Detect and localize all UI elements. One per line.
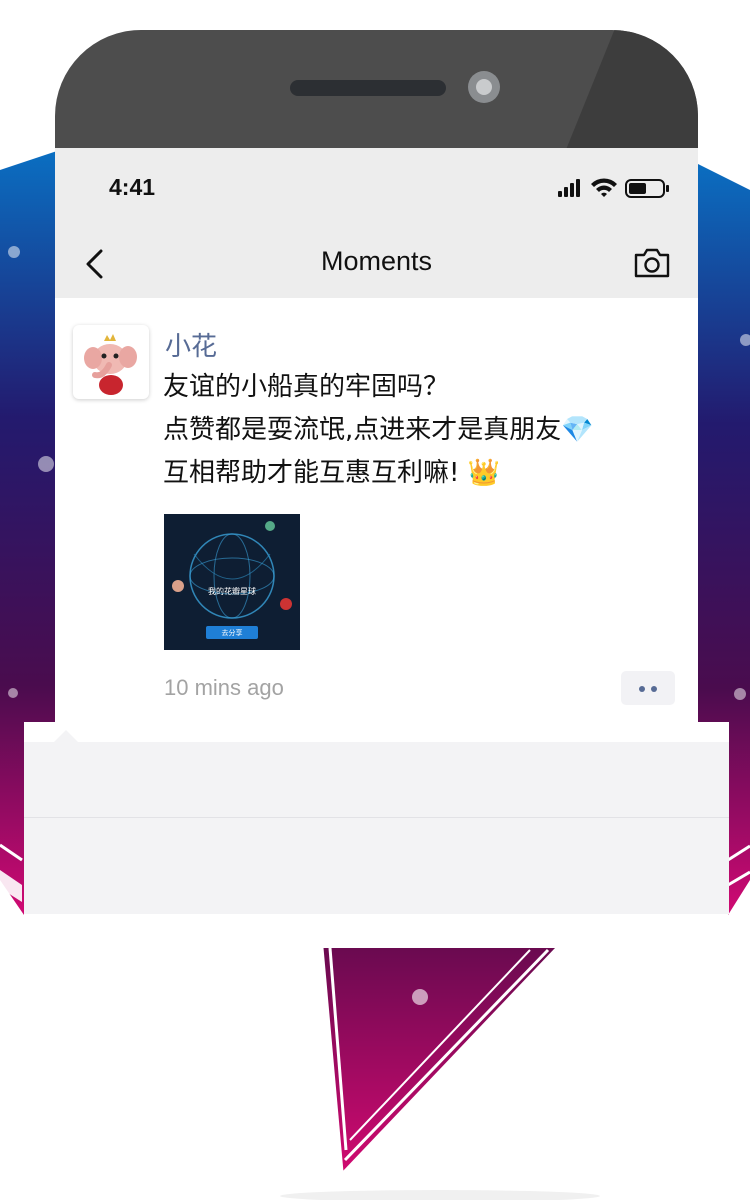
- camera-button[interactable]: [632, 245, 672, 281]
- post-author[interactable]: 小花: [165, 326, 217, 363]
- signal-icon: [558, 179, 580, 197]
- post-image-title: 我的花瓣星球: [208, 587, 256, 596]
- status-icons: [558, 178, 669, 198]
- wifi-icon: [591, 178, 617, 197]
- post-line: 友谊的小船真的牢固吗？: [163, 372, 450, 402]
- battery-icon: [625, 179, 669, 198]
- post-line: 互相帮助才能互惠互利嘛! 👑: [163, 458, 501, 488]
- comment-caret: [54, 730, 78, 742]
- comment-panel: [24, 722, 729, 914]
- more-actions-button[interactable]: [621, 671, 675, 705]
- status-time: 4:41: [109, 174, 156, 200]
- avatar[interactable]: [73, 325, 149, 399]
- post-text: 友谊的小船真的牢固吗？ 点赞都是耍流氓,点进来才是真朋友💎 互相帮助才能互惠互利…: [163, 366, 683, 495]
- front-camera: [468, 71, 500, 103]
- comment-divider: [24, 817, 729, 818]
- comment-area[interactable]: [24, 742, 729, 914]
- dot-icon: [651, 686, 657, 692]
- nav-bar: Moments: [55, 230, 698, 298]
- post-line: 点赞都是耍流氓,点进来才是真朋友💎: [163, 415, 594, 445]
- post-timestamp: 10 mins ago: [164, 675, 284, 700]
- elephant-mascot-icon: [84, 334, 137, 395]
- phone-speaker: [290, 80, 446, 96]
- phone-screen: 4:41 Moments 小花 友谊的小船真的牢固吗？ 点赞都是耍流氓,点进来才…: [55, 148, 698, 748]
- page-title: Moments: [320, 246, 433, 276]
- post-image[interactable]: 我的花瓣星球 去分享: [164, 514, 300, 650]
- camera-icon: [634, 248, 670, 278]
- dot-icon: [639, 686, 645, 692]
- status-bar: 4:41: [55, 148, 698, 230]
- post-image-button: 去分享: [221, 629, 243, 637]
